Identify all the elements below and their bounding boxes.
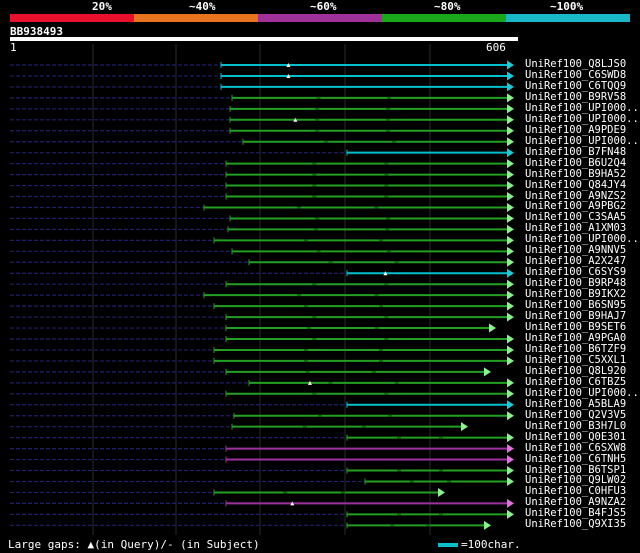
hit-end-arrow [507, 356, 514, 366]
hit-end-arrow [507, 301, 514, 311]
hit-end-arrow [461, 422, 468, 432]
hit-row[interactable] [10, 356, 514, 366]
hit-row[interactable] [10, 279, 514, 289]
hit-label[interactable]: UniRef100_C6TNH5 [525, 453, 626, 465]
hit-row[interactable] [10, 444, 514, 454]
hit-row[interactable] [10, 181, 514, 191]
hit-row[interactable] [10, 487, 445, 497]
hit-row[interactable] [10, 268, 514, 278]
hit-end-arrow [507, 455, 514, 465]
hit-end-arrow [507, 126, 514, 136]
hit-row[interactable] [10, 71, 514, 81]
hit-row[interactable] [10, 60, 514, 70]
hit-end-arrow [507, 213, 514, 223]
hit-end-arrow [507, 498, 514, 508]
hit-row[interactable] [10, 509, 514, 519]
hit-row[interactable] [10, 159, 514, 169]
hit-row[interactable] [10, 422, 468, 432]
hit-end-arrow [507, 170, 514, 180]
hit-row[interactable] [10, 104, 514, 114]
hit-label[interactable]: UniRef100_C6SXW8 [525, 442, 626, 454]
hit-end-arrow [507, 104, 514, 114]
hit-end-arrow [507, 400, 514, 410]
hit-end-arrow [438, 487, 445, 497]
hit-row[interactable] [10, 334, 514, 344]
hit-row[interactable] [10, 367, 491, 377]
hit-end-arrow [507, 159, 514, 169]
hit-row[interactable] [10, 290, 514, 300]
hit-row[interactable] [10, 312, 514, 322]
hit-end-arrow [507, 71, 514, 81]
hit-row[interactable] [10, 378, 514, 388]
hit-end-arrow [507, 235, 514, 245]
hit-end-arrow [507, 476, 514, 486]
hit-row[interactable] [10, 466, 514, 476]
hit-end-arrow [507, 378, 514, 388]
hit-row[interactable] [10, 115, 514, 125]
hit-end-arrow [507, 192, 514, 202]
hit-end-arrow [507, 224, 514, 234]
hit-row[interactable] [10, 202, 514, 212]
hit-label[interactable]: UniRef100_B9HA52 [525, 168, 626, 180]
hit-end-arrow [484, 367, 491, 377]
hit-end-arrow [489, 323, 496, 333]
hit-end-arrow [507, 257, 514, 267]
hit-row[interactable] [10, 148, 514, 158]
hit-row[interactable] [10, 389, 514, 399]
gap-legend: Large gaps: ▲(in Query)/- (in Subject) [8, 538, 260, 551]
hit-end-arrow [507, 202, 514, 212]
hit-end-arrow [507, 411, 514, 421]
hit-end-arrow [507, 312, 514, 322]
hit-end-arrow [507, 93, 514, 103]
hit-row[interactable] [10, 498, 514, 508]
hit-row[interactable] [10, 400, 514, 410]
hit-row[interactable] [10, 411, 514, 421]
hit-end-arrow [507, 290, 514, 300]
hit-label[interactable]: UniRef100_Q84JY4 [525, 179, 626, 191]
hit-end-arrow [484, 520, 491, 530]
hit-row[interactable] [10, 301, 514, 311]
hit-end-arrow [507, 444, 514, 454]
hit-row[interactable] [10, 520, 491, 530]
hit-end-arrow [507, 279, 514, 289]
hit-end-arrow [507, 268, 514, 278]
hit-row[interactable] [10, 170, 514, 180]
hit-end-arrow [507, 345, 514, 355]
hit-end-arrow [507, 509, 514, 519]
hit-end-arrow [507, 433, 514, 443]
hit-row[interactable] [10, 126, 514, 136]
hit-row[interactable] [10, 323, 496, 333]
hit-end-arrow [507, 246, 514, 256]
hit-row[interactable] [10, 82, 514, 92]
hit-row[interactable] [10, 192, 514, 202]
hit-row[interactable] [10, 213, 514, 223]
hit-row[interactable] [10, 345, 514, 355]
scale-legend-text: =100char. [461, 538, 521, 551]
hit-row[interactable] [10, 93, 514, 103]
hit-end-arrow [507, 389, 514, 399]
hit-label[interactable]: UniRef100_Q0E301 [525, 431, 626, 443]
hit-row[interactable] [10, 224, 514, 234]
hit-row[interactable] [10, 246, 514, 256]
hit-label[interactable]: UniRef100_Q9XI35 [525, 519, 626, 530]
hit-end-arrow [507, 148, 514, 158]
hit-row[interactable] [10, 235, 514, 245]
hit-end-arrow [507, 82, 514, 92]
hit-end-arrow [507, 466, 514, 476]
hit-row[interactable] [10, 455, 514, 465]
scale-legend-bar [438, 543, 458, 547]
hit-row[interactable] [10, 137, 514, 147]
hit-end-arrow [507, 115, 514, 125]
hit-end-arrow [507, 60, 514, 70]
hit-row[interactable] [10, 257, 514, 267]
hit-row[interactable] [10, 433, 514, 443]
hit-row[interactable] [10, 476, 514, 486]
hit-label[interactable]: UniRef100_B6U2Q4 [525, 157, 626, 169]
hit-end-arrow [507, 137, 514, 147]
hit-end-arrow [507, 334, 514, 344]
hit-end-arrow [507, 181, 514, 191]
